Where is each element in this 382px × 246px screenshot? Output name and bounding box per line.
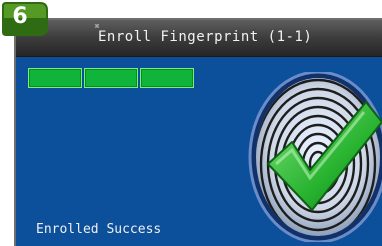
screen-title: Enroll Fingerprint (1-1): [98, 29, 313, 45]
fingerprint-icon: [248, 72, 382, 242]
status-text: Enrolled Success: [36, 222, 162, 237]
progress-segment: [84, 68, 138, 88]
progress-segment: [140, 68, 194, 88]
title-bar: ⌘ Enroll Fingerprint (1-1): [16, 20, 382, 57]
step-number: 6: [12, 4, 28, 29]
enroll-progress-bar: [28, 68, 194, 88]
device-screen: ⌘ Enroll Fingerprint (1-1) Enrolled Succ…: [14, 18, 382, 246]
step-badge: 6: [0, 0, 50, 38]
progress-segment: [28, 68, 82, 88]
